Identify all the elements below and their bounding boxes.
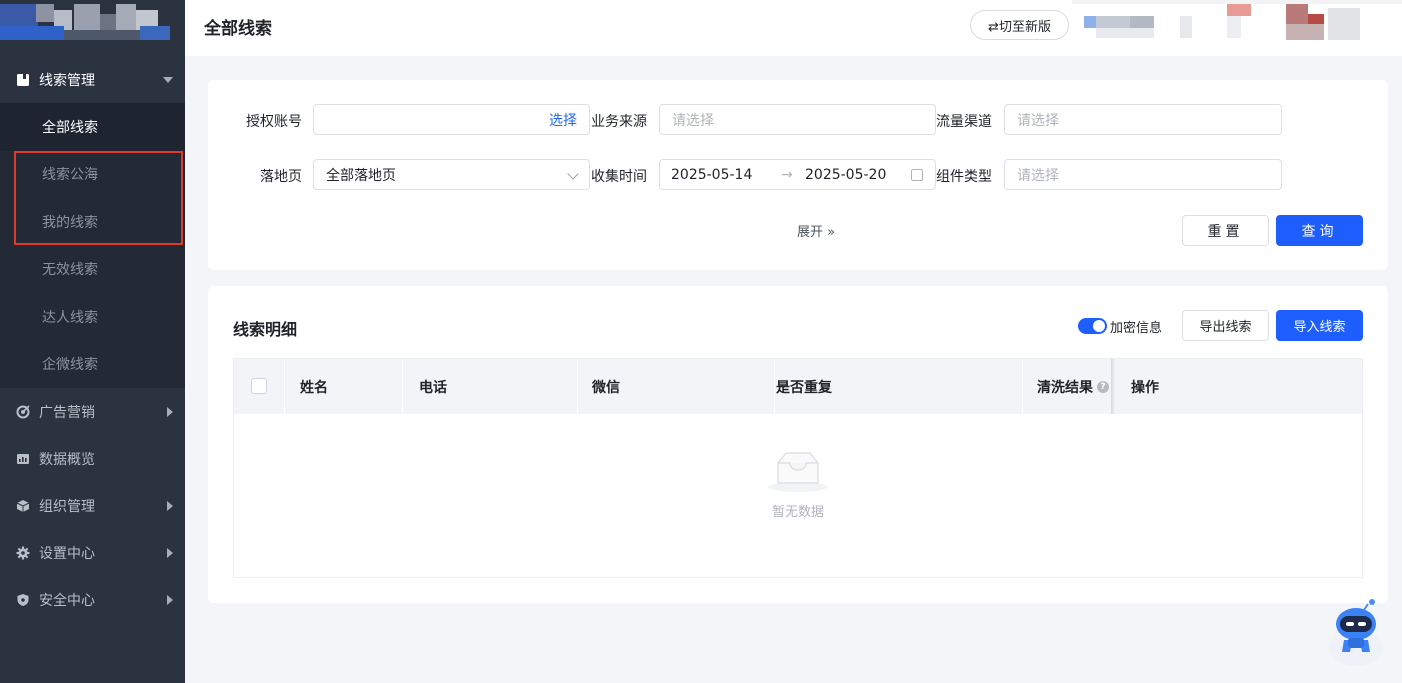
shield-icon: [16, 593, 30, 607]
expand-toggle[interactable]: 展开 »: [797, 221, 835, 240]
sidebar: 线索管理 全部线索 线索公海 我的线索 无效线索 达人线索 企微线索 广告营销 …: [0, 0, 185, 683]
sidebar-item-lead-pool[interactable]: 线索公海: [0, 151, 185, 199]
top-header: 全部线索 ⇄切至新版: [185, 0, 1402, 56]
sidebar-nav: 线索管理 全部线索 线索公海 我的线索 无效线索 达人线索 企微线索 广告营销 …: [0, 56, 185, 623]
end-date: 2025-05-20: [805, 166, 887, 183]
start-date: 2025-05-14: [671, 166, 753, 183]
calendar-icon: [911, 169, 923, 181]
sidebar-item-label: 线索公海: [42, 167, 98, 184]
lead-details-panel: 线索明细 加密信息 导出线索 导入线索 姓名 电话 微信 是否重复 清洗结果 ?…: [208, 286, 1388, 603]
sidebar-submenu: 全部线索 线索公海 我的线索 无效线索 达人线索 企微线索: [0, 103, 185, 388]
table-header: 姓名 电话 微信 是否重复 清洗结果 ? 操作: [234, 359, 1362, 414]
page-title: 全部线索: [204, 19, 272, 39]
sidebar-item-label: 我的线索: [42, 214, 98, 231]
encrypt-toggle[interactable]: [1078, 318, 1107, 334]
logo: [0, 0, 185, 56]
sidebar-item-invalid-leads[interactable]: 无效线索: [0, 246, 185, 294]
sidebar-item-my-leads[interactable]: 我的线索: [0, 198, 185, 246]
fixed-column-shadow: [1111, 359, 1115, 414]
sidebar-group-label: 数据概览: [39, 451, 95, 468]
encrypt-label: 加密信息: [1110, 321, 1163, 336]
sidebar-group-org-management[interactable]: 组织管理: [0, 482, 185, 529]
chevron-right-icon: [167, 547, 173, 558]
column-header-phone: 电话: [419, 379, 447, 396]
gear-icon: [16, 546, 30, 560]
target-icon: [16, 404, 30, 419]
sidebar-group-label: 线索管理: [39, 72, 95, 89]
landing-label: 落地页: [260, 169, 302, 185]
sidebar-item-wecom-leads[interactable]: 企微线索: [0, 341, 185, 389]
channel-placeholder: 请选择: [1017, 112, 1059, 129]
sidebar-item-label: 企微线索: [42, 357, 98, 374]
document-icon: [16, 73, 30, 87]
empty-text: 暂无数据: [771, 505, 824, 520]
column-header-wechat: 微信: [592, 379, 620, 396]
column-header-name: 姓名: [300, 379, 328, 396]
component-select[interactable]: 请选择: [1004, 159, 1282, 190]
channel-label: 流量渠道: [936, 114, 992, 130]
chart-icon: [16, 452, 30, 466]
empty-box-icon: [768, 452, 828, 492]
empty-state: 暂无数据: [234, 449, 1362, 520]
user-info-blurred: [1072, 0, 1402, 56]
chevron-down-icon: [567, 168, 579, 180]
filter-panel: 授权账号 选择 业务来源 请选择 流量渠道 请选择 落地页 全部落地页 收集时间…: [208, 80, 1388, 270]
query-button[interactable]: 查询: [1276, 215, 1363, 246]
import-leads-button[interactable]: 导入线索: [1276, 310, 1363, 341]
sidebar-group-label: 组织管理: [39, 498, 95, 515]
reset-button[interactable]: 重置: [1182, 215, 1269, 246]
source-label: 业务来源: [591, 114, 647, 130]
landing-value: 全部落地页: [326, 167, 396, 184]
sidebar-group-label: 设置中心: [39, 545, 95, 562]
sidebar-item-label: 全部线索: [42, 119, 98, 136]
column-header-duplicate: 是否重复: [776, 379, 832, 396]
switch-version-button[interactable]: ⇄切至新版: [970, 10, 1069, 40]
question-icon[interactable]: ?: [1097, 380, 1109, 393]
export-leads-button[interactable]: 导出线索: [1182, 310, 1269, 341]
column-divider: [774, 359, 775, 414]
account-label: 授权账号: [246, 114, 302, 130]
sidebar-group-data-overview[interactable]: 数据概览: [0, 435, 185, 482]
range-arrow: →: [781, 166, 793, 183]
column-divider: [402, 359, 403, 414]
column-header-label: 清洗结果: [1037, 379, 1093, 396]
column-header-clean-result: 清洗结果 ?: [1037, 359, 1109, 414]
collect-time-range-picker[interactable]: 2025-05-14 → 2025-05-20: [659, 159, 936, 190]
chevron-right-icon: [167, 406, 173, 417]
source-select[interactable]: 请选择: [659, 104, 936, 135]
account-input[interactable]: 选择: [313, 104, 590, 135]
chevron-right-icon: [167, 500, 173, 511]
sidebar-group-lead-management[interactable]: 线索管理: [0, 56, 185, 103]
sidebar-group-ad-marketing[interactable]: 广告营销: [0, 388, 185, 435]
sidebar-item-influencer-leads[interactable]: 达人线索: [0, 293, 185, 341]
section-title: 线索明细: [233, 320, 298, 339]
sidebar-group-settings[interactable]: 设置中心: [0, 529, 185, 576]
sidebar-item-all-leads[interactable]: 全部线索: [0, 103, 185, 151]
sidebar-item-label: 无效线索: [42, 262, 98, 279]
sidebar-group-security[interactable]: 安全中心: [0, 576, 185, 623]
column-header-actions: 操作: [1131, 379, 1159, 396]
sidebar-item-label: 达人线索: [42, 309, 98, 326]
component-label: 组件类型: [936, 169, 992, 185]
toggle-knob: [1093, 320, 1105, 332]
source-placeholder: 请选择: [672, 112, 714, 129]
account-select-link[interactable]: 选择: [549, 110, 577, 130]
chevron-right-icon: [167, 594, 173, 605]
channel-select[interactable]: 请选择: [1004, 104, 1282, 135]
cube-icon: [16, 499, 30, 513]
sidebar-group-label: 广告营销: [39, 404, 95, 421]
column-divider: [577, 359, 578, 414]
column-divider: [1022, 359, 1023, 414]
sidebar-group-label: 安全中心: [39, 592, 95, 609]
landing-select[interactable]: 全部落地页: [313, 159, 590, 190]
component-placeholder: 请选择: [1017, 167, 1059, 184]
column-divider: [284, 359, 285, 414]
collect-time-label: 收集时间: [591, 169, 647, 185]
chevron-down-icon: [163, 76, 173, 83]
select-all-checkbox[interactable]: [251, 378, 267, 394]
leads-table: 姓名 电话 微信 是否重复 清洗结果 ? 操作 暂无数据: [233, 358, 1363, 578]
assistant-bot-icon[interactable]: [1328, 596, 1384, 666]
